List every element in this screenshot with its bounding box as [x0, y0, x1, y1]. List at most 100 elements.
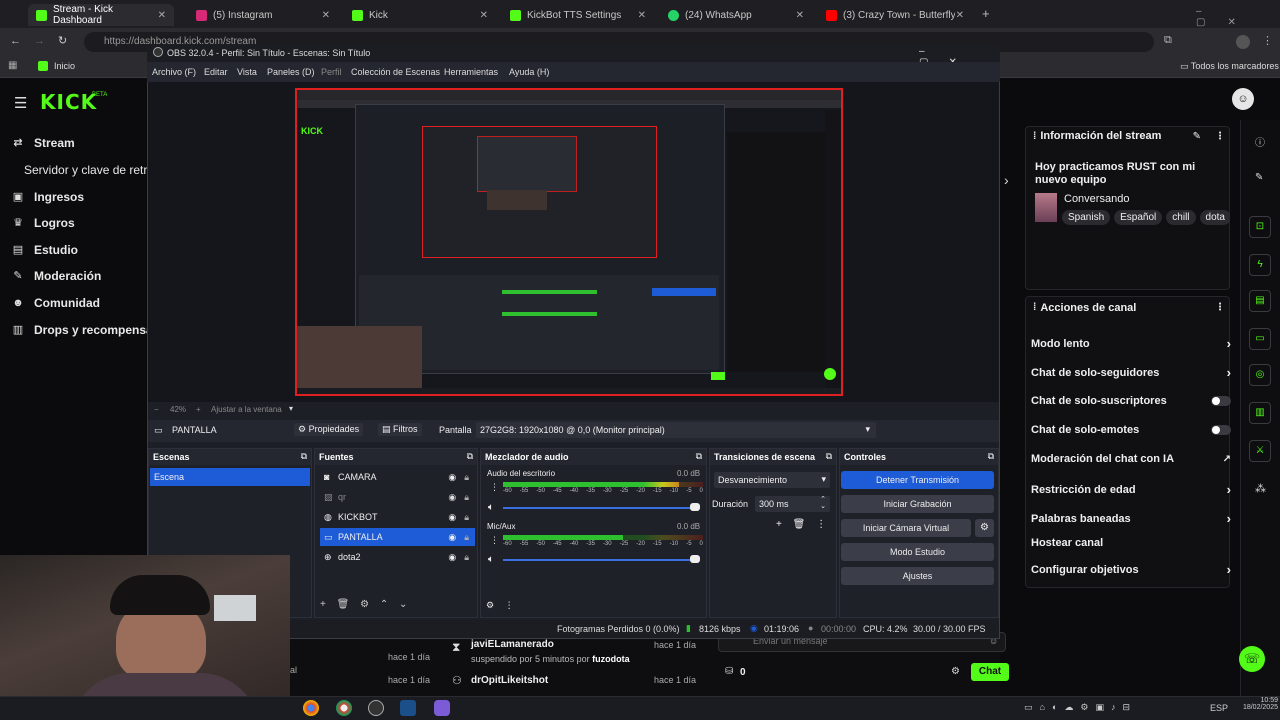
eye-icon[interactable]: ◉ [448, 552, 456, 563]
subs-only-toggle[interactable] [1211, 396, 1231, 406]
add-icon[interactable]: + [320, 599, 326, 610]
source-item-qr[interactable]: ▨ qr ◉ 🔒︎ [320, 488, 475, 506]
zoom-out-icon[interactable]: − [154, 405, 159, 414]
close-icon[interactable]: ✕ [796, 10, 804, 21]
flash-icon[interactable]: ϟ [1249, 254, 1271, 276]
collapse-chevron-icon[interactable]: › [1004, 172, 1009, 188]
sword-icon[interactable]: ⚔ [1249, 440, 1271, 462]
bookmark-inicio[interactable]: Inicio [54, 61, 75, 71]
zoom-in-icon[interactable]: + [196, 405, 201, 414]
channel-menu-icon[interactable]: ⋮ [490, 482, 499, 493]
mixer-settings-icon[interactable]: ⚙ [486, 600, 494, 610]
system-tray-icons[interactable]: ▭⌂◐☁⚙▣♪⊟ [1024, 702, 1137, 713]
nav-stream[interactable]: ⇄ Stream [12, 136, 74, 150]
tab-kick[interactable]: Kick ✕ [344, 4, 496, 26]
menu-icon[interactable]: ⋮ [1262, 34, 1273, 47]
source-item-kickbot[interactable]: ◍ KICKBOT ◉ 🔒︎ [320, 508, 475, 526]
steam-taskbar-icon[interactable] [400, 700, 416, 716]
close-icon[interactable]: ✕ [638, 10, 646, 21]
action-emotes-only[interactable]: Chat de solo-emotes [1031, 424, 1231, 436]
trash-icon[interactable]: 🗑︎ [793, 519, 806, 530]
reload-icon[interactable]: ↻ [58, 34, 67, 47]
source-item-camara[interactable]: ◙ CAMARA ◉ 🔒︎ [320, 468, 475, 486]
add-icon[interactable]: + [776, 519, 782, 530]
puzzle-icon[interactable]: ⧉ [1164, 34, 1172, 47]
eye-icon[interactable]: ◉ [448, 472, 456, 483]
tab-kickbot[interactable]: KickBot TTS Settings ✕ [502, 4, 654, 26]
lock-icon[interactable]: 🔒︎ [464, 492, 469, 503]
lock-icon[interactable]: 🔒︎ [464, 532, 469, 543]
chat-settings-icon[interactable]: ⚙ [951, 666, 960, 677]
action-subs-only[interactable]: Chat de solo-suscriptores [1031, 395, 1231, 407]
transition-select[interactable]: Desvanecimiento ▾ [714, 472, 830, 488]
volume-slider[interactable] [503, 559, 699, 561]
tag[interactable]: dota [1199, 210, 1230, 225]
stop-stream-button[interactable]: Detener Transmisión [841, 471, 994, 489]
action-host-channel[interactable]: Hostear canal [1031, 537, 1231, 549]
menu-paneles[interactable]: Paneles (D) [267, 67, 315, 77]
apps-icon[interactable]: ▦ [8, 60, 17, 71]
dock-popout-icon[interactable]: ⧉ [696, 451, 702, 462]
display-select[interactable]: 27G2G8: 1920x1080 @ 0,0 (Monitor princip… [476, 422, 876, 438]
trash-icon[interactable]: 🗑︎ [337, 599, 350, 610]
menu-colecciones[interactable]: Colección de Escenas [351, 67, 440, 77]
properties-button[interactable]: ⚙ Propiedades [294, 423, 364, 436]
back-icon[interactable]: ← [10, 35, 21, 47]
tag[interactable]: Spanish [1062, 210, 1111, 225]
lock-icon[interactable]: 🔒︎ [464, 512, 469, 523]
settings-button[interactable]: Ajustes [841, 567, 994, 585]
move-up-icon[interactable]: ⌃ [380, 599, 388, 610]
chrome-taskbar-icon[interactable] [303, 700, 319, 716]
support-icon[interactable]: ☏ [1239, 646, 1265, 672]
emotes-only-toggle[interactable] [1211, 425, 1231, 435]
nav-estudio[interactable]: ▤ Estudio [12, 243, 78, 257]
tag[interactable]: chill [1166, 210, 1196, 225]
volume-slider-handle[interactable] [690, 503, 700, 511]
volume-slider-handle[interactable] [690, 555, 700, 563]
eye-icon[interactable]: ◉ [448, 512, 456, 523]
move-down-icon[interactable]: ⌄ [399, 599, 407, 610]
nav-drops[interactable]: ▥ Drops y recompensas [12, 323, 160, 337]
pencil-icon[interactable]: ✎ [1255, 172, 1263, 183]
nav-server-key[interactable]: Servidor y clave de retra [24, 163, 154, 177]
action-followers-only[interactable]: Chat de solo-seguidores › [1031, 365, 1231, 380]
eye-icon[interactable]: ◉ [448, 492, 456, 503]
keyboard-language[interactable]: ESP [1210, 703, 1228, 713]
tag[interactable]: Español [1114, 210, 1163, 225]
settings-icon[interactable]: ⚙ [360, 599, 369, 610]
chat-user[interactable]: drOpitLikeitshot [471, 675, 548, 686]
chat-mod-name[interactable]: fuzodota [592, 654, 630, 664]
layout-icon[interactable]: ▥ [1249, 402, 1271, 424]
nav-comunidad[interactable]: ☻ Comunidad [12, 296, 100, 310]
action-banned-words[interactable]: Palabras baneadas › [1031, 511, 1231, 526]
menu-vista[interactable]: Vista [237, 67, 257, 77]
start-recording-button[interactable]: Iniciar Grabación [841, 495, 994, 513]
more-icon[interactable]: ⋮ [1215, 131, 1225, 142]
menu-archivo[interactable]: Archivo (F) [152, 67, 196, 77]
menu-ayuda[interactable]: Ayuda (H) [509, 67, 549, 77]
user-avatar[interactable]: ☺ [1232, 88, 1254, 110]
eye-icon[interactable]: ◉ [448, 532, 456, 543]
dock-popout-icon[interactable]: ⧉ [826, 451, 832, 462]
lock-icon[interactable]: 🔒︎ [464, 472, 469, 483]
duration-field[interactable]: 300 ms ⌃ ⌄ [755, 496, 830, 512]
nav-moderacion[interactable]: ✎ Moderación [12, 269, 101, 283]
volume-icon[interactable]: 🔈︎ [488, 502, 494, 513]
obs-taskbar-icon[interactable] [368, 700, 384, 716]
nav-ingresos[interactable]: ▣ Ingresos [12, 190, 84, 204]
more-icon[interactable]: ⋮ [816, 519, 826, 530]
tab-instagram[interactable]: (5) Instagram ✕ [188, 4, 338, 26]
new-tab-button[interactable]: + [982, 6, 990, 21]
virtual-camera-button[interactable]: Iniciar Cámara Virtual [841, 519, 971, 537]
clip-icon[interactable]: ⊡ [1249, 216, 1271, 238]
tab-whatsapp[interactable]: (24) WhatsApp ✕ [660, 4, 812, 26]
source-item-dota2[interactable]: ⊕ dota2 ◉ 🔒︎ [320, 548, 475, 566]
close-icon[interactable]: ✕ [480, 10, 488, 21]
volume-icon[interactable]: 🔈︎ [488, 554, 494, 565]
dock-popout-icon[interactable]: ⧉ [301, 451, 307, 462]
more-icon[interactable]: ⋮ [505, 600, 514, 610]
filters-button[interactable]: ▤ Filtros [378, 423, 422, 436]
channel-menu-icon[interactable]: ⋮ [490, 535, 499, 546]
info-icon[interactable]: ⓘ [1255, 134, 1265, 149]
profile-avatar[interactable] [1236, 35, 1250, 49]
